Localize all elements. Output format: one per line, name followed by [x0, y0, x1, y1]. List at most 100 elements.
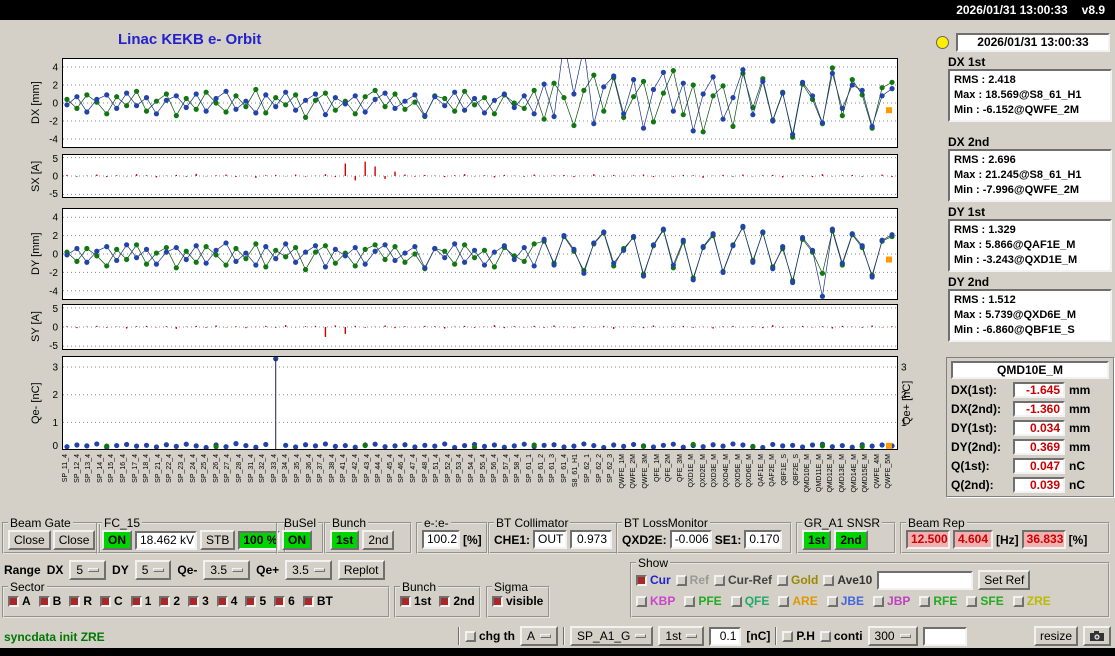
sector-checkbox-a[interactable]: A: [8, 594, 31, 608]
sector-checkbox-r[interactable]: R: [69, 594, 92, 608]
count-select[interactable]: 300: [867, 626, 918, 646]
range-select-qe[interactable]: 3.5: [285, 560, 332, 580]
x-axis-label: SP_33_4: [270, 454, 278, 483]
range-select-qe[interactable]: 3.5: [203, 560, 251, 580]
sector-checkbox-5[interactable]: 5: [245, 594, 266, 608]
group-select[interactable]: SP_A1_G: [570, 626, 654, 646]
set-ref-button[interactable]: Set Ref: [978, 570, 1031, 590]
show-checkbox-jbe[interactable]: JBE: [826, 594, 864, 608]
bunch-checkbox-2nd[interactable]: 2nd: [439, 594, 475, 608]
show-checkbox-qfe-label: QFE: [744, 594, 770, 608]
x-axis-label: QXD6E_M: [746, 454, 754, 488]
show-checkbox-rfe[interactable]: RFE: [919, 594, 957, 608]
count-select-value: 300: [874, 629, 895, 643]
stats-box-dy-2nd: DY 2nd RMS : 1.512 Max : 5.739@QXD6E_M Min …: [948, 275, 1112, 342]
fc15-on-button[interactable]: ON: [102, 530, 132, 550]
sector-checkbox-1[interactable]: 1: [130, 594, 152, 608]
app-window: 2026/01/31 13:00:33 v8.9 Linac KEKB e- O…: [0, 0, 1115, 656]
beam-rep-pct-label: [%]: [1068, 532, 1088, 547]
sector-checkbox-3[interactable]: 3: [188, 594, 209, 608]
bunch-checkbox-1st[interactable]: 1st: [400, 594, 431, 608]
x-axis-label: QFE_3M: [676, 454, 684, 483]
resize-button[interactable]: resize: [1033, 626, 1078, 646]
sigma-visible-checkbox[interactable]: visible: [492, 594, 543, 608]
ref-input[interactable]: [877, 570, 974, 590]
x-axis-label: QXD4E_M: [723, 454, 730, 488]
count-entry[interactable]: [922, 626, 967, 646]
beam-gate-close-button-1[interactable]: Close: [8, 530, 51, 550]
bunch-select[interactable]: 1st: [658, 626, 705, 646]
svg-text:0: 0: [52, 441, 58, 450]
mode-select[interactable]: A: [520, 626, 559, 646]
ph-checkbox[interactable]: P.H: [782, 629, 815, 643]
x-axis-label: SP_37_4: [317, 454, 325, 483]
camera-button[interactable]: [1083, 626, 1111, 646]
snsr-1st-button[interactable]: 1st: [802, 530, 832, 550]
x-axis-label: SP_61_3: [549, 454, 557, 483]
show-checkbox-cur[interactable]: Cur: [636, 573, 671, 587]
group-select-value: SP_A1_G: [577, 629, 631, 643]
sector-checkbox-c[interactable]: C: [100, 594, 123, 608]
svg-text:4: 4: [52, 63, 58, 74]
checkbox-icon: [823, 574, 835, 586]
beam-rep-title: Beam Rep: [908, 516, 965, 530]
beam-rep-field-1: 12.500: [906, 530, 950, 549]
range-select-dx[interactable]: 5: [69, 560, 107, 580]
sector-checkbox-bt[interactable]: BT: [302, 594, 333, 608]
replot-button[interactable]: Replot: [337, 560, 385, 580]
chart-dy: 4 2 0 -2 -4: [49, 208, 898, 300]
monitor-title: QMD10E_M: [951, 361, 1109, 379]
range-select-dy[interactable]: 5: [134, 560, 172, 580]
x-axis-label: QFE_2M: [665, 454, 673, 483]
bunch-group: Bunch 1st 2nd: [324, 516, 412, 554]
threshold-field[interactable]: 0.1: [709, 626, 742, 646]
checkbox-icon: [777, 574, 789, 586]
x-axis-label: SP_58_4: [514, 454, 522, 483]
busel-on-button[interactable]: ON: [282, 530, 312, 550]
x-axis-label: QXD5E_M: [734, 454, 742, 488]
snsr-2nd-button[interactable]: 2nd: [834, 530, 868, 550]
y-axis-label: DY [mm]: [30, 232, 42, 276]
bunch-2nd-button[interactable]: 2nd: [362, 530, 395, 550]
magnet-monitor-panel: QMD10E_M DX(1st): -1.645 mm DX(2nd): -1.360 m…: [946, 357, 1114, 497]
bunch-1st-button[interactable]: 1st: [330, 530, 360, 550]
sector-checkbox-r-label: R: [83, 594, 93, 608]
range-label: Range: [4, 563, 41, 577]
fc15-voltage-field[interactable]: 18.462 kV: [135, 530, 197, 550]
show-checkbox-qfe[interactable]: QFE: [730, 594, 770, 608]
sector-checkbox-b[interactable]: B: [38, 594, 61, 608]
conti-checkbox[interactable]: conti: [819, 629, 863, 643]
beam-gate-close-button-2[interactable]: Close: [52, 530, 96, 550]
show-checkbox-cur-ref[interactable]: Cur-Ref: [714, 573, 772, 587]
x-axis-label: SP_18_4: [143, 454, 151, 483]
show-checkbox-ave10[interactable]: Ave10: [823, 573, 872, 587]
sector-checkbox-6[interactable]: 6: [274, 594, 295, 608]
chart-dx: 4 2 0 -2 -4: [49, 58, 898, 148]
monitor-row: DX(2nd): -1.360 mm: [951, 401, 1091, 417]
show-checkbox-jbp[interactable]: JBP: [873, 594, 910, 608]
x-axis-label: SP_35_4: [293, 454, 301, 483]
chg-th-checkbox[interactable]: chg th: [465, 629, 515, 643]
show-checkbox-sfe[interactable]: SFE: [966, 594, 1004, 608]
stats-box-label: DX 2nd: [948, 135, 990, 149]
chg-th-label: chg th: [479, 629, 515, 643]
x-axis-labels: SP_11_4 SP_12_4 SP_13_4 SP_14_4 SP_15_4 SP_16…: [0, 452, 915, 516]
show-checkbox-gold[interactable]: Gold: [777, 573, 818, 587]
x-axis-label: SP_13_4: [85, 454, 93, 483]
stats-box-values: RMS : 1.329 Max : 5.866@QAF1E_M Min : -3.2…: [948, 219, 1112, 272]
show-checkbox-zre-label: ZRE: [1026, 594, 1051, 608]
bt-lossmonitor-group: BT LossMonitor QXD2E: -0.006 SE1: 0.170: [616, 516, 792, 554]
show-checkbox-zre[interactable]: ZRE: [1012, 594, 1051, 608]
bt-collimator-title: BT Collimator: [496, 516, 569, 530]
svg-text:-2: -2: [49, 117, 58, 128]
sector-checkbox-1-label: 1: [144, 594, 152, 608]
sector-checkbox-2[interactable]: 2: [159, 594, 180, 608]
svg-text:0: 0: [52, 250, 58, 261]
fc15-stb-button[interactable]: STB: [200, 530, 236, 550]
show-checkbox-pfe[interactable]: PFE: [684, 594, 722, 608]
checkbox-icon: [919, 595, 931, 607]
show-checkbox-are[interactable]: ARE: [778, 594, 818, 608]
show-checkbox-kbp[interactable]: KBP: [636, 594, 675, 608]
sector-checkbox-4[interactable]: 4: [216, 594, 237, 608]
show-checkbox-ref[interactable]: Ref: [675, 573, 709, 587]
